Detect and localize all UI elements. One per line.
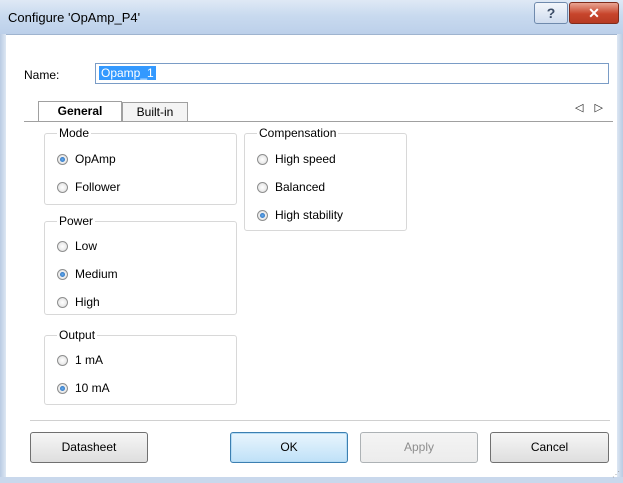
radio-button-icon [57, 383, 68, 394]
configure-dialog: Configure 'OpAmp_P4' ? ✕ Name: Opamp_1 G… [0, 0, 623, 483]
tab-divider [24, 121, 613, 122]
mode-group: Mode OpAmp Follower [44, 126, 237, 205]
tab-general[interactable]: General [38, 101, 122, 122]
window-title: Configure 'OpAmp_P4' [8, 10, 141, 25]
radio-button-icon [257, 210, 268, 221]
compensation-high-speed-label: High speed [275, 152, 336, 166]
tab-built-in[interactable]: Built-in [122, 102, 188, 122]
tab-strip: General Built-in [24, 100, 613, 122]
output-group: Output 1 mA 10 mA [44, 328, 237, 405]
name-input[interactable]: Opamp_1 [95, 63, 609, 84]
radio-button-icon [257, 154, 268, 165]
compensation-group-title: Compensation [257, 126, 339, 140]
button-separator [30, 420, 610, 421]
resize-grip-icon[interactable]: ⋰ [612, 470, 620, 479]
cancel-button[interactable]: Cancel [490, 432, 609, 463]
power-low-label: Low [75, 239, 98, 253]
compensation-group: Compensation High speed Balanced High st… [244, 126, 407, 231]
power-medium-label: Medium [75, 267, 118, 281]
window-frame-bottom [0, 477, 623, 483]
radio-button-icon [257, 182, 268, 193]
window-frame-right [617, 34, 623, 483]
ok-button[interactable]: OK [230, 432, 348, 463]
output-group-title: Output [57, 328, 98, 342]
radio-button-icon [57, 241, 68, 252]
output-10ma-label: 10 mA [75, 381, 110, 395]
title-bar[interactable]: Configure 'OpAmp_P4' ? ✕ [0, 0, 623, 35]
mode-follower-label: Follower [75, 180, 121, 194]
help-button[interactable]: ? [534, 2, 568, 24]
power-group: Power Low Medium High [44, 214, 237, 315]
tab-scroll-arrows-icon[interactable]: ◁ ▷ [575, 101, 607, 114]
mode-group-title: Mode [57, 126, 92, 140]
power-high-label: High [75, 295, 100, 309]
apply-button[interactable]: Apply [360, 432, 478, 463]
power-group-title: Power [57, 214, 96, 228]
radio-button-icon [57, 355, 68, 366]
name-label: Name: [24, 68, 60, 82]
radio-button-icon [57, 154, 68, 165]
radio-button-icon [57, 297, 68, 308]
compensation-balanced-label: Balanced [275, 180, 326, 194]
radio-button-icon [57, 182, 68, 193]
output-1ma-label: 1 mA [75, 353, 104, 367]
mode-opamp-label: OpAmp [75, 152, 116, 166]
compensation-high-stability-label: High stability [275, 208, 344, 222]
datasheet-button[interactable]: Datasheet [30, 432, 148, 463]
radio-button-icon [57, 269, 68, 280]
close-button[interactable]: ✕ [569, 2, 619, 24]
name-input-value: Opamp_1 [99, 66, 156, 80]
